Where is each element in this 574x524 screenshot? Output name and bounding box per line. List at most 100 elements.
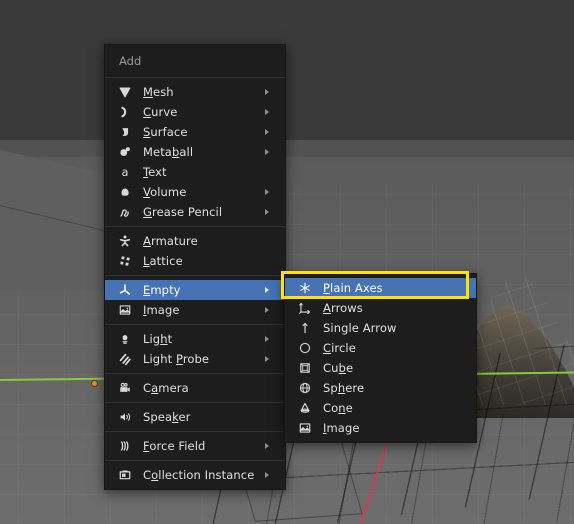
menu-item-metaball[interactable]: Metaball (105, 142, 285, 162)
submenu-item-circle[interactable]: Circle (285, 338, 476, 358)
menu-item-label: Volume (143, 185, 187, 199)
submenu-chevron-icon (265, 89, 275, 95)
lattice-icon (115, 253, 135, 269)
submenu-chevron-icon (265, 287, 275, 293)
speaker-icon (115, 409, 135, 425)
circle-icon (295, 340, 315, 356)
menu-item-label: Lattice (143, 254, 183, 268)
menu-item-label: Grease Pencil (143, 205, 223, 219)
empty-submenu[interactable]: Plain Axes Arrows Single Arrow Circle Cube Sp… (284, 273, 477, 443)
menu-item-force-field[interactable]: Force Field (105, 436, 285, 456)
submenu-chevron-icon (265, 129, 275, 135)
arrows-icon (295, 300, 315, 316)
svg-text:a: a (122, 165, 129, 179)
submenu-chevron-icon (265, 472, 275, 478)
submenu-item-label: Plain Axes (323, 281, 383, 295)
submenu-item-label: Arrows (323, 301, 363, 315)
menu-item-label: Empty (143, 283, 181, 297)
submenu-item-arrows[interactable]: Arrows (285, 298, 476, 318)
menu-item-label: Metaball (143, 145, 194, 159)
submenu-item-label: Sphere (323, 381, 365, 395)
menu-item-empty[interactable]: Empty (105, 280, 285, 300)
camera-icon (115, 380, 135, 396)
menu-item-label: Surface (143, 125, 188, 139)
image-icon (115, 302, 135, 318)
submenu-item-single-arrow[interactable]: Single Arrow (285, 318, 476, 338)
menu-item-image[interactable]: Image (105, 300, 285, 320)
menu-item-text[interactable]: a Text (105, 162, 285, 182)
menu-item-lattice[interactable]: Lattice (105, 251, 285, 271)
armature-icon (115, 233, 135, 249)
menu-item-label: Mesh (143, 85, 174, 99)
menu-item-label: Force Field (143, 439, 206, 453)
force-field-icon (115, 438, 135, 454)
submenu-item-sphere[interactable]: Sphere (285, 378, 476, 398)
light-probe-icon (115, 351, 135, 367)
collection-instance-icon (115, 467, 135, 483)
viewport-horizon-band (0, 140, 574, 157)
menu-bottom-gap (285, 438, 476, 442)
submenu-item-label: Circle (323, 341, 356, 355)
menu-item-volume[interactable]: Volume (105, 182, 285, 202)
app-root: Add Mesh Curve Surface Metaball a Text Volume G… (0, 0, 574, 524)
submenu-item-image[interactable]: Image (285, 418, 476, 438)
curve-icon (115, 104, 135, 120)
submenu-item-cube[interactable]: Cube (285, 358, 476, 378)
menu-item-label: Image (143, 303, 180, 317)
grease-pencil-icon (115, 204, 135, 220)
menu-bottom-gap (105, 485, 285, 489)
menu-item-grease-pencil[interactable]: Grease Pencil (105, 202, 285, 222)
submenu-chevron-icon (265, 189, 275, 195)
menu-item-label: Speaker (143, 410, 191, 424)
menu-item-label: Light (143, 332, 173, 346)
image-empty-icon (295, 420, 315, 436)
text-icon: a (115, 164, 135, 180)
submenu-chevron-icon (265, 149, 275, 155)
submenu-item-label: Image (323, 421, 360, 435)
menu-item-light-probe[interactable]: Light Probe (105, 349, 285, 369)
menu-item-speaker[interactable]: Speaker (105, 407, 285, 427)
menu-item-mesh[interactable]: Mesh (105, 82, 285, 102)
submenu-item-cone[interactable]: Cone (285, 398, 476, 418)
plain-axes-icon (295, 280, 315, 296)
submenu-item-label: Cube (323, 361, 354, 375)
add-menu-title: Add (105, 45, 285, 77)
menu-item-label: Armature (143, 234, 198, 248)
menu-item-curve[interactable]: Curve (105, 102, 285, 122)
light-icon (115, 331, 135, 347)
single-arrow-icon (295, 320, 315, 336)
cube-icon (295, 360, 315, 376)
submenu-item-label: Single Arrow (323, 321, 397, 335)
submenu-chevron-icon (265, 336, 275, 342)
add-menu-items: Mesh Curve Surface Metaball a Text Volume Greas… (105, 78, 285, 489)
volume-icon (115, 184, 135, 200)
surface-icon (115, 124, 135, 140)
menu-item-armature[interactable]: Armature (105, 231, 285, 251)
submenu-chevron-icon (265, 307, 275, 313)
submenu-chevron-icon (265, 209, 275, 215)
menu-item-label: Text (143, 165, 167, 179)
menu-item-collection-instance[interactable]: Collection Instance (105, 465, 285, 485)
menu-item-label: Light Probe (143, 352, 210, 366)
sphere-icon (295, 380, 315, 396)
submenu-chevron-icon (265, 109, 275, 115)
menu-item-label: Camera (143, 381, 189, 395)
3d-viewport[interactable] (0, 0, 574, 524)
submenu-item-plain-axes[interactable]: Plain Axes (285, 278, 476, 298)
mesh-icon (115, 84, 135, 100)
menu-item-surface[interactable]: Surface (105, 122, 285, 142)
menu-item-camera[interactable]: Camera (105, 378, 285, 398)
menu-item-label: Collection Instance (143, 468, 255, 482)
viewport-sky (0, 0, 574, 140)
menu-item-label: Curve (143, 105, 178, 119)
add-menu[interactable]: Add Mesh Curve Surface Metaball a Text Volume G… (104, 44, 286, 490)
3d-cursor[interactable] (91, 380, 98, 387)
submenu-chevron-icon (265, 356, 275, 362)
menu-item-light[interactable]: Light (105, 329, 285, 349)
empty-submenu-items: Plain Axes Arrows Single Arrow Circle Cube Sp… (285, 274, 476, 442)
submenu-item-label: Cone (323, 401, 353, 415)
metaball-icon (115, 144, 135, 160)
empty-icon (115, 282, 135, 298)
cone-icon (295, 400, 315, 416)
submenu-chevron-icon (265, 443, 275, 449)
